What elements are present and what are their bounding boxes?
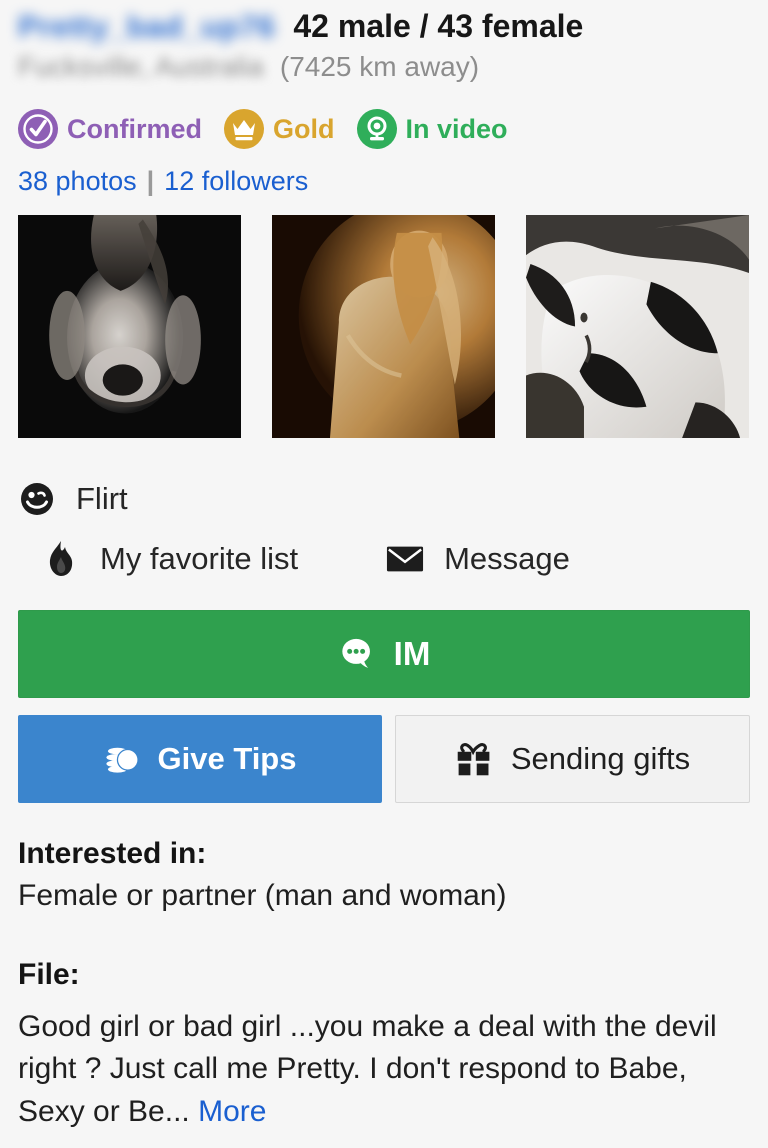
profile-page: Pretty_bad_up76 42 male / 43 female Fuck… bbox=[0, 0, 768, 1148]
crown-icon bbox=[224, 109, 264, 149]
file-title: File: bbox=[18, 957, 80, 991]
location-text: Fucksville, Australia bbox=[18, 51, 264, 82]
favorite-list-label: My favorite list bbox=[100, 541, 299, 576]
flirt-label: Flirt bbox=[76, 481, 128, 516]
photo-thumbnail-3[interactable] bbox=[526, 215, 749, 438]
message-button[interactable]: Message bbox=[386, 540, 570, 578]
bio-text-block: Good girl or bad girl ...you make a deal… bbox=[18, 1006, 750, 1134]
photo-gallery bbox=[18, 215, 750, 438]
badge-in-video[interactable]: In video bbox=[356, 109, 508, 149]
profile-header: Pretty_bad_up76 42 male / 43 female Fuck… bbox=[18, 0, 750, 83]
photo-thumbnail-1[interactable] bbox=[18, 215, 241, 438]
gift-icon bbox=[455, 740, 493, 778]
badge-confirmed[interactable]: Confirmed bbox=[18, 109, 202, 149]
photo-thumbnail-2[interactable] bbox=[272, 215, 495, 438]
sending-gifts-label: Sending gifts bbox=[510, 741, 691, 776]
badge-confirmed-label: Confirmed bbox=[67, 113, 202, 144]
action-list: Flirt My favorite list Message bbox=[18, 480, 750, 578]
give-tips-label: Give Tips bbox=[157, 741, 297, 776]
action-row-favorite-message: My favorite list Message bbox=[18, 540, 750, 578]
username[interactable]: Pretty_bad_up76 bbox=[18, 9, 275, 45]
interested-in-title: Interested in: bbox=[18, 837, 207, 870]
favorite-list-button[interactable]: My favorite list bbox=[42, 540, 298, 578]
badge-gold[interactable]: Gold bbox=[224, 109, 335, 149]
tips-gifts-row: Give Tips Sending gifts bbox=[18, 715, 750, 803]
chat-bubble-icon bbox=[338, 635, 376, 673]
action-row-flirt: Flirt bbox=[18, 480, 750, 518]
photos-count-link[interactable]: 38 photos bbox=[18, 166, 137, 197]
profile-stats: 38 photos | 12 followers bbox=[18, 166, 750, 197]
bio-text: Good girl or bad girl ...you make a deal… bbox=[18, 1009, 717, 1128]
im-button-label: IM bbox=[393, 635, 431, 672]
interested-in-value: Female or partner (man and woman) bbox=[18, 879, 507, 912]
badge-in-video-label: In video bbox=[405, 113, 508, 144]
flirt-button[interactable]: Flirt bbox=[18, 480, 128, 518]
stats-separator: | bbox=[146, 166, 155, 196]
distance-text: (7425 km away) bbox=[279, 51, 480, 82]
interested-in-section: Interested in: Female or partner (man an… bbox=[18, 837, 750, 918]
give-tips-button[interactable]: Give Tips bbox=[18, 715, 382, 803]
message-label: Message bbox=[444, 541, 570, 576]
followers-count-link[interactable]: 12 followers bbox=[164, 166, 308, 197]
envelope-icon bbox=[386, 540, 424, 578]
badge-gold-label: Gold bbox=[273, 113, 335, 144]
wink-smiley-icon bbox=[18, 480, 56, 518]
coins-icon bbox=[104, 740, 142, 778]
profile-header-primary-line: Pretty_bad_up76 42 male / 43 female bbox=[18, 8, 750, 45]
gender-age-text: 42 male / 43 female bbox=[293, 8, 584, 44]
im-button[interactable]: IM bbox=[18, 610, 750, 698]
webcam-icon bbox=[356, 109, 397, 149]
check-badge-icon bbox=[18, 109, 58, 149]
sending-gifts-button[interactable]: Sending gifts bbox=[395, 715, 750, 803]
flame-icon bbox=[42, 540, 80, 578]
more-link[interactable]: More bbox=[198, 1095, 266, 1128]
file-section: File: Good girl or bad girl ...you make … bbox=[18, 958, 750, 1134]
profile-header-secondary-line: Fucksville, Australia (7425 km away) bbox=[18, 51, 750, 83]
badge-list: Confirmed Gold In video bbox=[18, 109, 750, 149]
